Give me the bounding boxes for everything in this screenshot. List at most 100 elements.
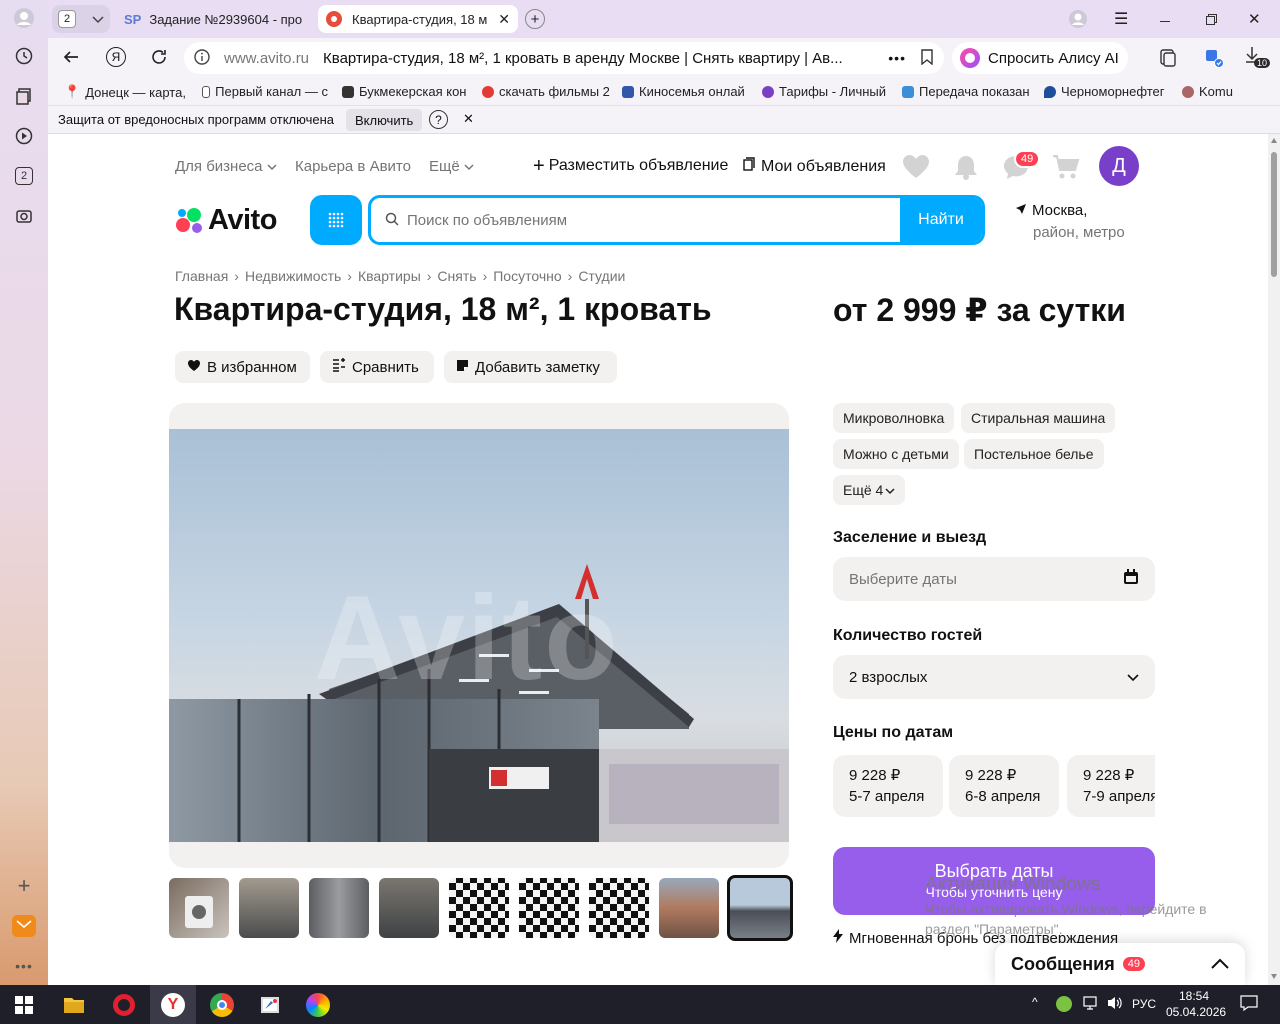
post-ad-link[interactable]: + Разместить объявление <box>533 156 728 176</box>
tray-app-icon[interactable] <box>1056 996 1072 1012</box>
favorites-heart-icon[interactable] <box>902 154 930 183</box>
help-icon[interactable]: ? <box>429 110 448 129</box>
my-ads-link[interactable]: Мои объявления <box>743 157 886 176</box>
scrollbar-thumb[interactable] <box>1271 152 1277 277</box>
thumbnail-8[interactable] <box>659 878 719 938</box>
address-bar[interactable]: www.avito.ru Квартира-студия, 18 м², 1 к… <box>184 42 944 74</box>
yandex-icon[interactable]: Я <box>106 47 126 67</box>
chrome-icon[interactable] <box>206 989 238 1021</box>
language-indicator[interactable]: РУС <box>1132 997 1156 1011</box>
mail-icon[interactable] <box>12 914 36 938</box>
more-icon[interactable]: ••• <box>888 50 906 66</box>
thumbnail-3[interactable] <box>309 878 369 938</box>
thumbnail-2[interactable] <box>239 878 299 938</box>
bookmark-komu[interactable]: Komu <box>1182 84 1252 99</box>
history-icon[interactable] <box>12 44 36 68</box>
date-picker[interactable]: Выберите даты <box>833 557 1155 601</box>
nav-more[interactable]: Ещё <box>429 158 474 175</box>
thumbnail-9-selected[interactable] <box>727 875 793 941</box>
avito-logo[interactable]: Avito <box>175 204 277 237</box>
opera-icon[interactable] <box>108 989 140 1021</box>
messages-icon[interactable]: 49 <box>1003 150 1041 182</box>
photo-gallery[interactable]: Avito <box>169 403 789 868</box>
location-selector[interactable]: Москва, район, метро <box>1015 200 1125 244</box>
collections-toolbar-icon[interactable] <box>1158 48 1178 71</box>
collections-icon[interactable] <box>12 84 36 108</box>
tab-avito-active[interactable]: Квартира-студия, 18 м ✕ <box>318 5 518 33</box>
bookmark-films[interactable]: скачать фильмы 2 <box>482 84 610 99</box>
bookmark-tariffs[interactable]: Тарифы - Личный <box>762 84 890 99</box>
nav-career[interactable]: Карьера в Авито <box>295 158 411 175</box>
add-note-button[interactable]: Добавить заметку <box>444 351 617 383</box>
volume-icon[interactable] <box>1106 995 1124 1014</box>
breadcrumb-item[interactable]: Снять <box>437 268 476 284</box>
bookmark-donetsk[interactable]: 📍 Донецк — карта, с <box>64 84 186 100</box>
compare-button[interactable]: Сравнить <box>320 351 434 383</box>
translate-icon[interactable] <box>1204 48 1224 71</box>
clock[interactable]: 18:54 05.04.2026 <box>1166 988 1226 1020</box>
yandex-browser-icon[interactable]: Y <box>150 985 196 1024</box>
enable-protection-button[interactable]: Включить <box>346 109 423 131</box>
tabs-count-icon[interactable]: 2 <box>12 164 36 188</box>
alice-button[interactable]: Спросить Алису AI <box>952 42 1128 74</box>
nav-business[interactable]: Для бизнеса <box>175 158 277 175</box>
bookmark-chernomorneft[interactable]: Черноморнефтег <box>1044 84 1168 99</box>
chevron-up-icon[interactable] <box>1211 956 1229 972</box>
breadcrumb-item[interactable]: Посуточно <box>493 268 561 284</box>
paint-icon[interactable] <box>254 989 286 1021</box>
color-app-icon[interactable] <box>302 989 334 1021</box>
search-button[interactable]: Найти <box>900 198 982 242</box>
profile-icon[interactable] <box>12 6 36 30</box>
bookmark-channel1[interactable]: Первый канал — с <box>202 84 328 99</box>
page-scrollbar[interactable] <box>1268 134 1280 985</box>
bookmark-icon[interactable] <box>920 48 934 68</box>
messages-panel[interactable]: Сообщения 49 <box>995 943 1245 985</box>
media-play-icon[interactable] <box>12 124 36 148</box>
notifications-bell-icon[interactable] <box>954 154 978 183</box>
breadcrumb-item[interactable]: Недвижимость <box>245 268 341 284</box>
minimize-icon[interactable] <box>1160 5 1180 33</box>
thumbnail-6[interactable] <box>519 878 579 938</box>
thumbnail-5[interactable] <box>449 878 509 938</box>
search-input[interactable] <box>407 211 900 229</box>
bookmark-readings[interactable]: Передача показан <box>902 84 1032 99</box>
close-window-icon[interactable]: ✕ <box>1248 5 1268 33</box>
thumbnail-1[interactable] <box>169 878 229 938</box>
thumbnail-7[interactable] <box>589 878 649 938</box>
thumbnail-4[interactable] <box>379 878 439 938</box>
screenshot-icon[interactable] <box>12 204 36 228</box>
network-icon[interactable] <box>1082 995 1098 1014</box>
guests-select[interactable]: 2 взрослых <box>833 655 1155 699</box>
categories-button[interactable] <box>310 195 362 245</box>
tab-task[interactable]: SP Задание №2939604 - про <box>124 5 310 33</box>
downloads-icon[interactable]: 10 <box>1244 46 1276 70</box>
menu-icon[interactable]: ☰ <box>1114 5 1134 33</box>
more-panel-icon[interactable]: ••• <box>12 954 36 978</box>
windows-start-icon[interactable] <box>8 989 40 1021</box>
bookmark-bookmaker[interactable]: Букмекерская кон <box>342 84 468 99</box>
close-protection-icon[interactable]: ✕ <box>463 111 474 127</box>
breadcrumb-item[interactable]: Главная <box>175 268 228 284</box>
account-icon[interactable] <box>1068 5 1092 33</box>
user-avatar[interactable]: Д <box>1099 146 1139 186</box>
breadcrumb-item[interactable]: Студии <box>578 268 625 284</box>
new-tab-button[interactable]: + <box>524 5 546 33</box>
cart-icon[interactable] <box>1052 154 1080 183</box>
tab-group-toggle[interactable]: 2 <box>52 5 110 33</box>
tray-chevron-up-icon[interactable]: ^ <box>1032 995 1038 1009</box>
price-date-card[interactable]: 9 228 ₽ 7-9 апреля <box>1067 755 1155 817</box>
bookmark-kinosemya[interactable]: Киносемья онлай <box>622 84 750 99</box>
price-date-card[interactable]: 9 228 ₽ 6-8 апреля <box>949 755 1059 817</box>
back-icon[interactable] <box>62 48 80 69</box>
close-tab-icon[interactable]: ✕ <box>498 11 510 28</box>
site-info-icon[interactable] <box>194 48 210 68</box>
notifications-center-icon[interactable] <box>1240 995 1258 1014</box>
price-date-card[interactable]: 9 228 ₽ 5-7 апреля <box>833 755 943 817</box>
reload-icon[interactable] <box>150 48 168 69</box>
add-panel-icon[interactable]: + <box>12 873 36 898</box>
restore-icon[interactable] <box>1206 5 1226 33</box>
breadcrumb-item[interactable]: Квартиры <box>358 268 421 284</box>
favorite-button[interactable]: В избранном <box>175 351 310 383</box>
file-explorer-icon[interactable] <box>58 989 90 1021</box>
amenities-more-button[interactable]: Ещё 4 <box>833 475 906 505</box>
